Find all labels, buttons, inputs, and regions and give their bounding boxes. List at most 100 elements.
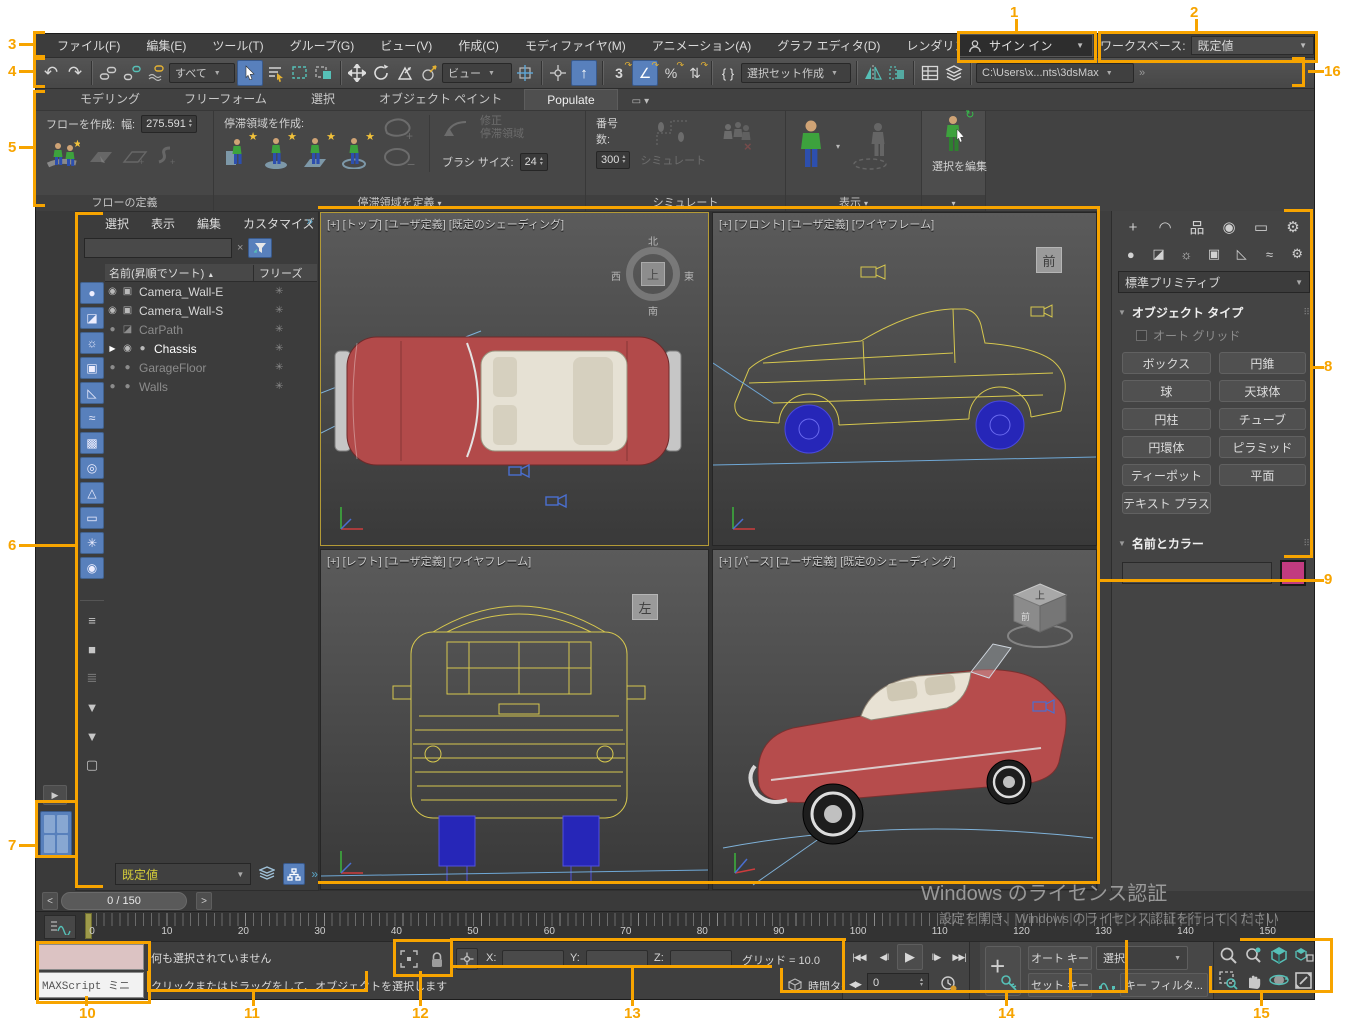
explorer-overflow-icon[interactable]: » — [306, 214, 313, 228]
name-column-header[interactable]: 名前(昇順でソート) ▲ — [105, 265, 253, 281]
explorer-menu-item[interactable]: 選択 — [95, 215, 139, 232]
create-seated-idle-button[interactable]: ★ — [224, 137, 250, 172]
explorer-tool-button[interactable]: ▢ — [80, 754, 104, 776]
percent-snap-toggle[interactable]: %↷ — [660, 61, 682, 85]
angle-snap-toggle[interactable]: ∠↷ — [632, 60, 658, 86]
object-type-button[interactable]: 天球体 — [1219, 380, 1306, 402]
bind-to-space-warp-icon[interactable] — [145, 61, 167, 85]
freeze-column-header[interactable]: フリーズ — [253, 265, 317, 281]
flow-group-footer[interactable]: フローの定義 — [36, 195, 213, 211]
ribbon-minimize-button[interactable]: ▭▾ — [632, 96, 649, 107]
set-key-button[interactable]: セット キー — [1028, 973, 1092, 997]
display-toggle-button[interactable]: ≈ — [80, 407, 104, 429]
object-type-button[interactable]: チューブ — [1219, 408, 1306, 430]
set-keys-button[interactable]: + — [985, 946, 1021, 996]
command-panel-tab[interactable]: + — [1118, 215, 1148, 239]
freeze-icon[interactable]: ✳ — [253, 286, 317, 297]
display-toggle-button[interactable]: ▩ — [80, 432, 104, 454]
object-type-button[interactable]: ティーポット — [1122, 464, 1211, 486]
flow-ramp-icon[interactable]: + — [122, 148, 148, 172]
explorer-tool-button[interactable]: ≣ — [80, 667, 104, 689]
menu-item[interactable]: 作成(C) — [445, 37, 512, 54]
object-type-button[interactable]: 平面 — [1219, 464, 1306, 486]
command-panel-tab[interactable]: ◉ — [1214, 215, 1244, 239]
menu-item[interactable]: ビュー(V) — [367, 37, 445, 54]
next-frame-button[interactable]: > — [196, 892, 212, 910]
table-row[interactable]: ◉ ▣ Camera_Wall-S ✳ — [105, 301, 317, 320]
flow-width-spinner[interactable]: 275.591▴▾ — [141, 115, 197, 133]
create-category-button[interactable]: ≈ — [1257, 243, 1283, 265]
display-toggle-button[interactable]: ▭ — [80, 507, 104, 529]
table-row[interactable]: ▶ ◉ ● Chassis ✳ — [105, 339, 317, 358]
freeze-icon[interactable]: ✳ — [253, 343, 317, 354]
mirror-button[interactable] — [862, 61, 884, 85]
object-type-button[interactable]: 円柱 — [1122, 408, 1211, 430]
front-view-gizmo[interactable]: 前 — [1036, 247, 1062, 273]
viewport-label[interactable]: [+] [パース] [ユーザ定義] [既定のシェーディング] — [719, 553, 956, 569]
view-cube[interactable]: 上 前 — [998, 572, 1082, 656]
create-flow-button[interactable]: ★ — [46, 139, 80, 172]
go-to-end-button[interactable]: ▶▶| — [947, 946, 971, 968]
object-type-button[interactable]: テキスト プラス — [1122, 492, 1211, 514]
tab-selection[interactable]: 選択 — [289, 87, 357, 110]
count-spinner[interactable]: 300▴▾ — [596, 151, 630, 169]
viewport-label[interactable]: [+] [トップ] [ユーザ定義] [既定のシェーディング] — [327, 216, 564, 232]
autogrid-checkbox[interactable] — [1136, 330, 1147, 341]
toolbar-overflow-icon[interactable]: » — [1136, 61, 1148, 85]
viewport-perspective[interactable]: [+] [パース] [ユーザ定義] [既定のシェーディング] — [712, 549, 1097, 890]
display-flyout-icon[interactable]: ▾ — [836, 142, 840, 151]
create-idle-circle-button[interactable]: ★ — [341, 137, 367, 172]
scene-explorer-toggle[interactable] — [919, 61, 941, 85]
viewcube-front-label[interactable]: 前 — [1021, 611, 1030, 622]
display-toggle-button[interactable]: ◪ — [80, 307, 104, 329]
snaps-toggle-3d[interactable]: 3↷ — [608, 61, 630, 85]
viewport-front[interactable]: [+] [フロント] [ユーザ定義] [ワイヤフレーム] — [712, 212, 1097, 546]
explorer-tool-button[interactable]: ■ — [80, 638, 104, 660]
display-toggle-button[interactable]: ● — [80, 282, 104, 304]
zoom-extents-button[interactable] — [1269, 945, 1289, 968]
mini-curve-editor-toggle[interactable] — [44, 915, 76, 939]
key-filters-button[interactable]: キー フィルタ... — [1120, 973, 1208, 997]
command-panel-tab[interactable]: ▭ — [1246, 215, 1276, 239]
create-category-button[interactable]: ◪ — [1146, 243, 1172, 265]
eye-icon[interactable]: ● — [105, 324, 120, 335]
zoom-all-button[interactable] — [1244, 946, 1263, 968]
explorer-search-input[interactable] — [84, 238, 232, 258]
named-selection-sets-dropdown[interactable]: 選択セット作成▼ — [741, 63, 851, 83]
menu-item[interactable]: モディファイヤ(M) — [512, 37, 639, 54]
play-button[interactable]: ▶ — [897, 944, 923, 970]
subtract-area-icon[interactable]: − — [381, 145, 415, 171]
redo-button[interactable]: ↷ — [64, 61, 86, 85]
menu-item[interactable]: ファイル(F) — [44, 37, 133, 54]
select-and-manipulate-button[interactable] — [547, 61, 569, 85]
rollout-header[interactable]: ▼ 名前とカラー ⠿ — [1118, 534, 1310, 552]
auto-key-button[interactable]: オート キー — [1028, 946, 1092, 970]
next-frame-button[interactable]: ‖▶ — [925, 946, 947, 968]
display-character-button[interactable] — [796, 119, 826, 174]
window-crossing-toggle[interactable] — [313, 61, 335, 85]
table-row[interactable]: ● ◪ CarPath ✳ — [105, 320, 317, 339]
zoom-extents-all-button[interactable] — [1294, 945, 1314, 968]
search-filter-button[interactable] — [248, 238, 272, 258]
command-panel-tab[interactable]: 品 — [1182, 215, 1212, 239]
freeze-icon[interactable]: ✳ — [253, 362, 317, 373]
rollout-header[interactable]: ▼ オブジェクト タイプ ⠿ — [1118, 303, 1310, 321]
explorer-tool-button[interactable]: ▼ — [80, 696, 104, 718]
display-toggle-button[interactable]: ☼ — [80, 332, 104, 354]
layer-explorer-toggle[interactable] — [943, 61, 965, 85]
menu-item[interactable]: アニメーション(A) — [639, 37, 765, 54]
view-compass[interactable]: 上 北 南 西 東 — [614, 235, 692, 313]
explorer-preset-dropdown[interactable]: 既定値▼ — [115, 863, 251, 885]
rectangular-selection-region-button[interactable] — [289, 61, 311, 85]
hierarchy-view-button[interactable] — [283, 863, 305, 885]
edit-named-selection-sets-button[interactable]: { } — [717, 61, 739, 85]
zoom-button[interactable] — [1219, 946, 1238, 968]
display-toggle-button[interactable]: ◺ — [80, 382, 104, 404]
prev-frame-button[interactable]: < — [42, 892, 58, 910]
tab-freeform[interactable]: フリーフォーム — [162, 87, 289, 110]
freeze-icon[interactable]: ✳ — [253, 381, 317, 392]
freeze-icon[interactable]: ✳ — [253, 305, 317, 316]
menu-item[interactable]: 編集(E) — [133, 37, 199, 54]
explorer-tool-button[interactable]: ▼ — [80, 725, 104, 747]
select-and-rotate-button[interactable] — [370, 61, 392, 85]
